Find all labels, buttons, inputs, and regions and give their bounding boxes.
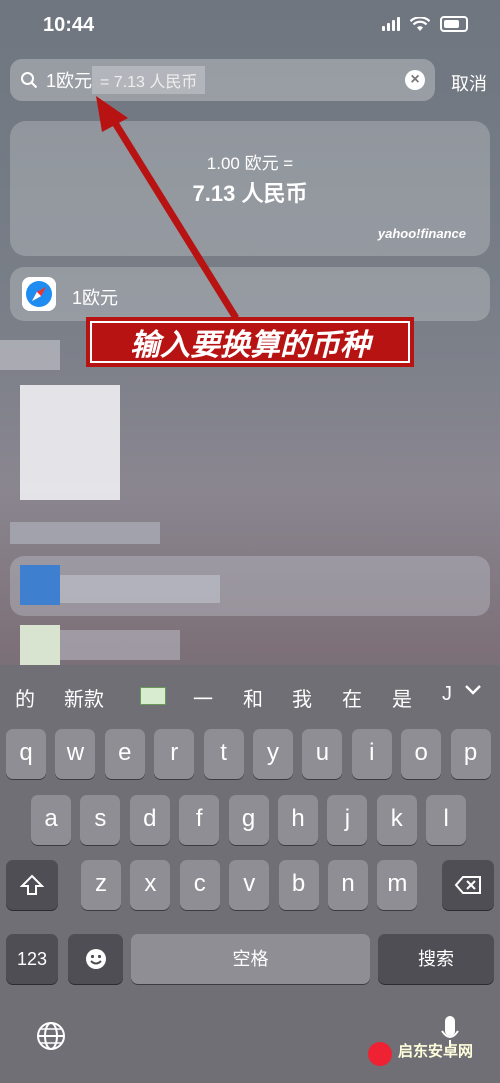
shift-key[interactable] xyxy=(6,860,58,910)
candidate-word[interactable]: 我 xyxy=(292,683,312,712)
blurred-result-block xyxy=(10,522,160,544)
chevron-down-icon[interactable] xyxy=(462,679,484,701)
key-x[interactable]: x xyxy=(130,860,171,910)
key-n[interactable]: n xyxy=(328,860,368,910)
key-p[interactable]: p xyxy=(450,729,491,779)
key-a[interactable]: a xyxy=(31,795,71,845)
shift-icon xyxy=(19,874,45,895)
candidate-word[interactable]: 新款 xyxy=(64,683,104,712)
key-y[interactable]: y xyxy=(253,729,293,779)
key-o[interactable]: o xyxy=(401,729,442,779)
candidate-word[interactable]: 一 xyxy=(193,683,213,712)
key-h[interactable]: h xyxy=(278,795,318,845)
key-t[interactable]: t xyxy=(203,729,244,779)
key-s[interactable]: s xyxy=(80,795,121,845)
blurred-result-block xyxy=(60,630,180,660)
candidate-word[interactable]: 的 xyxy=(15,683,35,712)
money-emoji-icon[interactable] xyxy=(140,687,166,705)
space-key[interactable]: 空格 xyxy=(131,934,370,984)
watermark-logo-icon xyxy=(368,1042,392,1066)
key-v[interactable]: v xyxy=(229,860,270,910)
blurred-app-icon xyxy=(20,625,60,665)
backspace-icon xyxy=(454,876,481,894)
key-u[interactable]: u xyxy=(302,729,343,779)
watermark: 启东安卓网 xyxy=(398,1043,474,1060)
blurred-result-block xyxy=(60,575,220,603)
search-key[interactable]: 搜索 xyxy=(378,934,494,984)
key-q[interactable]: q xyxy=(6,729,46,779)
key-j[interactable]: j xyxy=(327,795,368,845)
key-r[interactable]: r xyxy=(154,729,195,779)
emoji-key[interactable] xyxy=(68,934,123,984)
candidate-bar: 的 新款 一 和 我 在 是 J xyxy=(0,665,500,725)
key-d[interactable]: d xyxy=(129,795,170,845)
key-e[interactable]: e xyxy=(104,729,145,779)
key-w[interactable]: w xyxy=(55,729,96,779)
blurred-app-icon xyxy=(20,565,60,605)
annotation-label: 输入要换算的币种 xyxy=(86,317,414,367)
key-l[interactable]: l xyxy=(426,795,467,845)
key-z[interactable]: z xyxy=(81,860,121,910)
key-f[interactable]: f xyxy=(179,795,220,845)
key-m[interactable]: m xyxy=(377,860,418,910)
numbers-key[interactable]: 123 xyxy=(6,934,58,984)
key-b[interactable]: b xyxy=(278,860,319,910)
candidate-word[interactable]: 在 xyxy=(342,683,362,712)
key-g[interactable]: g xyxy=(228,795,269,845)
candidate-word[interactable]: J xyxy=(442,683,452,706)
globe-icon[interactable] xyxy=(36,1021,66,1051)
emoji-icon xyxy=(85,949,106,969)
candidate-word[interactable]: 是 xyxy=(392,683,412,712)
keyboard: 的 新款 一 和 我 在 是 J 123 空格 搜索 qwertyuiop asd… xyxy=(0,665,500,1083)
delete-key[interactable] xyxy=(442,860,494,910)
annotation-text: 输入要换算的币种 xyxy=(130,329,370,362)
key-k[interactable]: k xyxy=(376,795,417,845)
candidate-word[interactable]: 和 xyxy=(243,683,263,712)
blurred-result-block xyxy=(20,385,120,500)
key-c[interactable]: c xyxy=(179,860,220,910)
key-i[interactable]: i xyxy=(351,729,392,779)
